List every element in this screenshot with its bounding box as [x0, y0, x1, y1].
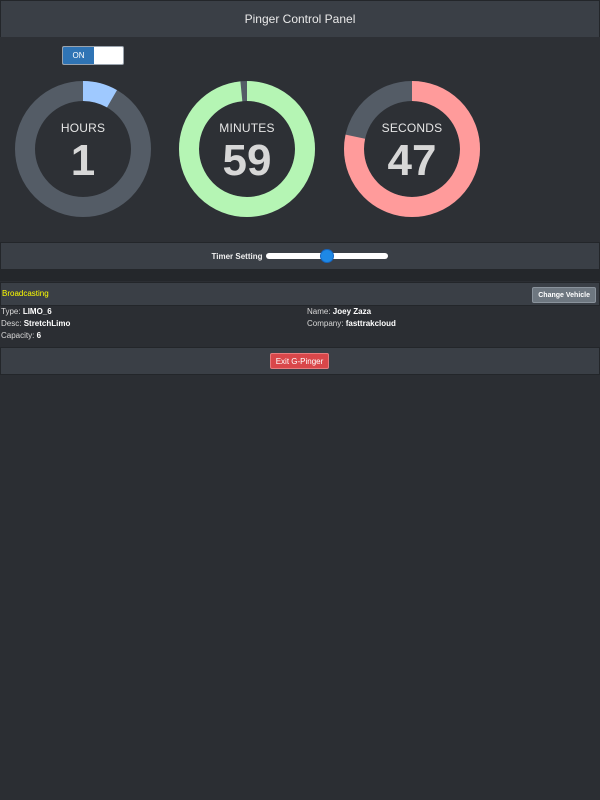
exit-bar: Exit G-Pinger: [0, 347, 600, 375]
hours-label: HOURS: [60, 121, 106, 135]
broadcasting-bar: Broadcasting Change Vehicle: [0, 282, 600, 306]
gauges-panel: ON HOURS 1 MINUTES 59 SECONDS 47: [0, 37, 600, 242]
driver-name: Name: Joey Zaza: [307, 307, 371, 316]
timer-slider-thumb[interactable]: [321, 250, 334, 262]
company-label: Company:: [307, 319, 344, 328]
minutes-value: 59: [222, 136, 272, 185]
divider: [0, 269, 600, 281]
minutes-label: MINUTES: [219, 121, 275, 135]
seconds-label: SECONDS: [381, 121, 443, 135]
vehicle-details: Type: LIMO_6 Desc: StretchLimo Capacity:…: [0, 305, 600, 347]
vehicle-type-value: LIMO_6: [22, 307, 52, 316]
header-bar: Pinger Control Panel: [0, 0, 600, 38]
driver-name-value: Joey Zaza: [332, 307, 372, 316]
vehicle-capacity-label: Capacity:: [1, 331, 35, 340]
vehicle-desc-label: Desc:: [1, 319, 22, 328]
timer-slider[interactable]: [266, 250, 389, 262]
company-value: fasttrakcloud: [345, 319, 396, 328]
seconds-value: 47: [387, 136, 437, 185]
vehicle-capacity: Capacity: 6: [1, 331, 41, 340]
hours-value: 1: [70, 136, 96, 185]
vehicle-type: Type: LIMO_6: [1, 307, 52, 316]
timer-setting-bar: Timer Setting: [0, 242, 600, 270]
vehicle-desc-value: StretchLimo: [23, 319, 71, 328]
vehicle-desc: Desc: StretchLimo: [1, 319, 70, 328]
toggle-on-label: ON: [63, 47, 94, 64]
timer-setting-label: Timer Setting: [211, 251, 263, 261]
minutes-gauge: MINUTES 59: [178, 80, 316, 218]
vehicle-type-label: Type:: [1, 307, 21, 316]
seconds-gauge: SECONDS 47: [343, 80, 481, 218]
on-off-toggle[interactable]: ON: [62, 46, 124, 65]
company: Company: fasttrakcloud: [307, 319, 396, 328]
exit-button[interactable]: Exit G-Pinger: [270, 353, 329, 369]
change-vehicle-button[interactable]: Change Vehicle: [532, 287, 596, 303]
hours-gauge: HOURS 1: [14, 80, 152, 218]
vehicle-capacity-value: 6: [36, 331, 42, 340]
broadcasting-status: Broadcasting: [2, 289, 49, 298]
driver-name-label: Name:: [307, 307, 331, 316]
page-title: Pinger Control Panel: [244, 12, 356, 26]
